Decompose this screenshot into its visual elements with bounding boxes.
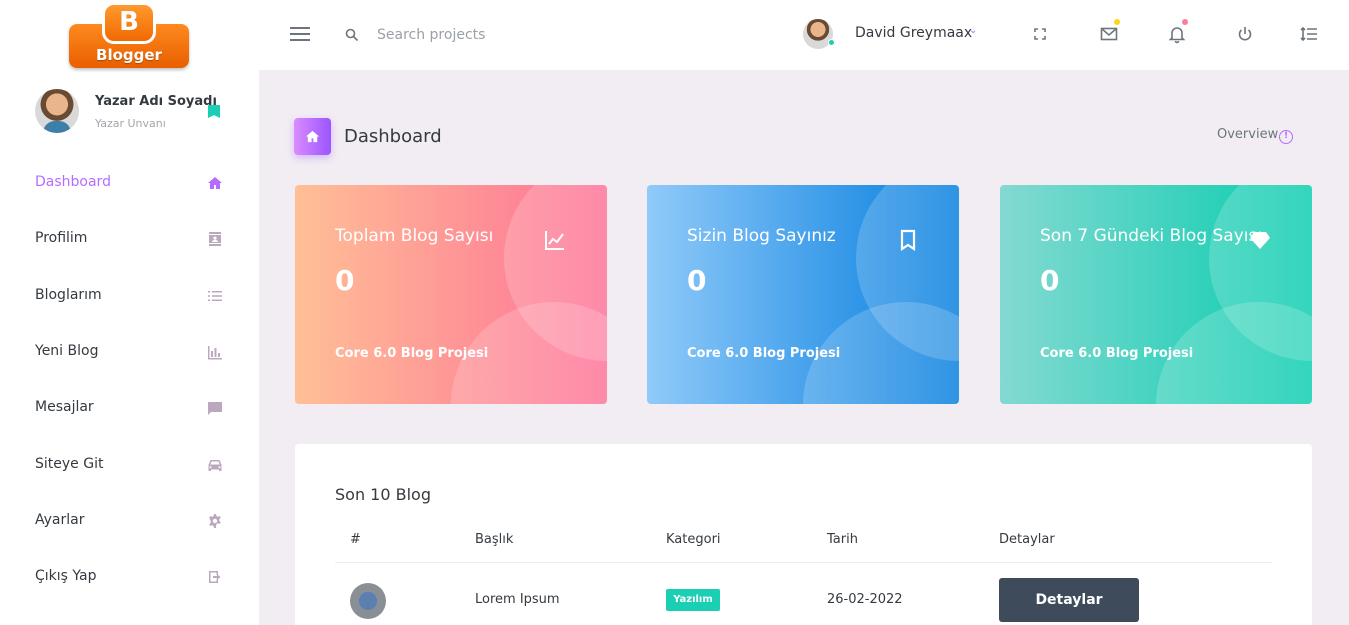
sidebar-item-label: Profilim [35, 230, 88, 246]
card-footer: Core 6.0 Blog Projesi [687, 346, 841, 361]
power-icon[interactable] [1235, 24, 1255, 44]
fullscreen-icon[interactable] [1030, 24, 1050, 44]
logo-text: Blogger [96, 46, 162, 64]
online-status-dot [828, 39, 835, 46]
search-input[interactable] [377, 22, 617, 48]
bar-chart-icon [207, 344, 223, 360]
stat-card-last-7-days: Son 7 Gündeki Blog Sayısı 0 Core 6.0 Blo… [1000, 185, 1312, 404]
sidebar-item-label: Mesajlar [35, 399, 94, 415]
sidebar-item-mesajlar[interactable]: Mesajlar [35, 397, 225, 421]
search-icon [345, 27, 359, 42]
logo-letter: B [119, 7, 139, 37]
page-title: Dashboard [344, 126, 442, 147]
bookmark-icon [897, 229, 919, 252]
column-header-details: Detaylar [999, 532, 1055, 547]
blog-date: 26-02-2022 [827, 592, 903, 607]
blog-thumbnail [350, 583, 386, 619]
info-icon[interactable]: ! [1279, 130, 1293, 144]
diamond-icon [1249, 229, 1271, 251]
card-value: 0 [1040, 264, 1060, 297]
bell-notification-dot [1182, 19, 1188, 25]
avatar [35, 89, 79, 133]
hamburger-menu-icon[interactable] [290, 27, 310, 43]
blogger-logo[interactable]: B Blogger [69, 2, 189, 68]
topbar: David Greymaax ⌄ [259, 0, 1349, 70]
sidebar-item-bloglarim[interactable]: Bloglarım [35, 285, 225, 309]
sidebar-item-profilim[interactable]: Profilim [35, 228, 225, 252]
card-title: Toplam Blog Sayısı [335, 226, 494, 246]
list-icon [207, 288, 223, 304]
line-chart-icon [544, 229, 566, 251]
car-icon [207, 457, 223, 473]
sidebar-item-ayarlar[interactable]: Ayarlar [35, 510, 225, 534]
sidebar-item-dashboard[interactable]: Dashboard [35, 172, 225, 196]
column-header-title: Başlık [475, 532, 514, 547]
bell-icon[interactable] [1167, 19, 1188, 44]
sidebar-item-cikis-yap[interactable]: Çıkış Yap [35, 566, 225, 590]
sidebar-item-siteye-git[interactable]: Siteye Git [35, 454, 225, 478]
overview-link[interactable]: Overview [1217, 127, 1278, 142]
gear-icon [207, 513, 223, 529]
sidebar-item-label: Yeni Blog [35, 343, 99, 359]
sidebar-item-label: Bloglarım [35, 287, 102, 303]
home-icon [207, 175, 223, 191]
format-list-icon[interactable] [1299, 24, 1319, 44]
sidebar-item-yeni-blog[interactable]: Yeni Blog [35, 341, 225, 365]
mail-notification-dot [1114, 19, 1120, 25]
card-value: 0 [335, 264, 355, 297]
sidebar: B Blogger Yazar Adı Soyadı Yazar Unvanı … [0, 0, 259, 625]
stat-card-your-blogs: Sizin Blog Sayınız 0 Core 6.0 Blog Proje… [647, 185, 959, 404]
user-dropdown[interactable]: David Greymaax ⌄ [803, 19, 993, 51]
logout-icon [207, 569, 223, 585]
category-badge: Yazılım [666, 589, 720, 611]
stat-card-total-blogs: Toplam Blog Sayısı 0 Core 6.0 Blog Proje… [295, 185, 607, 404]
card-footer: Core 6.0 Blog Projesi [335, 346, 489, 361]
bookmark-check-icon [208, 105, 220, 118]
username: David Greymaax [855, 25, 973, 41]
home-icon [294, 118, 331, 155]
chevron-down-icon: ⌄ [969, 25, 978, 36]
message-icon [207, 400, 223, 416]
contact-card-icon [207, 231, 223, 247]
column-header-category: Kategori [666, 532, 721, 547]
recent-blogs-card: Son 10 Blog # Başlık Kategori Tarih Deta… [295, 444, 1312, 625]
profile-title: Yazar Unvanı [95, 117, 166, 130]
blog-title: Lorem Ipsum [475, 592, 560, 607]
card-footer: Core 6.0 Blog Projesi [1040, 346, 1194, 361]
sidebar-item-label: Ayarlar [35, 512, 85, 528]
column-header-number: # [350, 532, 361, 547]
sidebar-item-label: Dashboard [35, 174, 111, 190]
logo-letter-box: B [102, 2, 156, 44]
table-header-divider [335, 562, 1272, 563]
details-button[interactable]: Detaylar [999, 578, 1139, 622]
card-title: Sizin Blog Sayınız [687, 226, 836, 246]
table-title: Son 10 Blog [335, 485, 431, 504]
card-value: 0 [687, 264, 707, 297]
card-title: Son 7 Gündeki Blog Sayısı [1040, 226, 1263, 246]
sidebar-profile[interactable]: Yazar Adı Soyadı Yazar Unvanı [35, 89, 235, 135]
sidebar-item-label: Siteye Git [35, 456, 104, 472]
mail-icon[interactable] [1099, 19, 1120, 44]
sidebar-item-label: Çıkış Yap [35, 568, 97, 584]
column-header-date: Tarih [827, 532, 858, 547]
profile-name: Yazar Adı Soyadı [95, 94, 217, 109]
